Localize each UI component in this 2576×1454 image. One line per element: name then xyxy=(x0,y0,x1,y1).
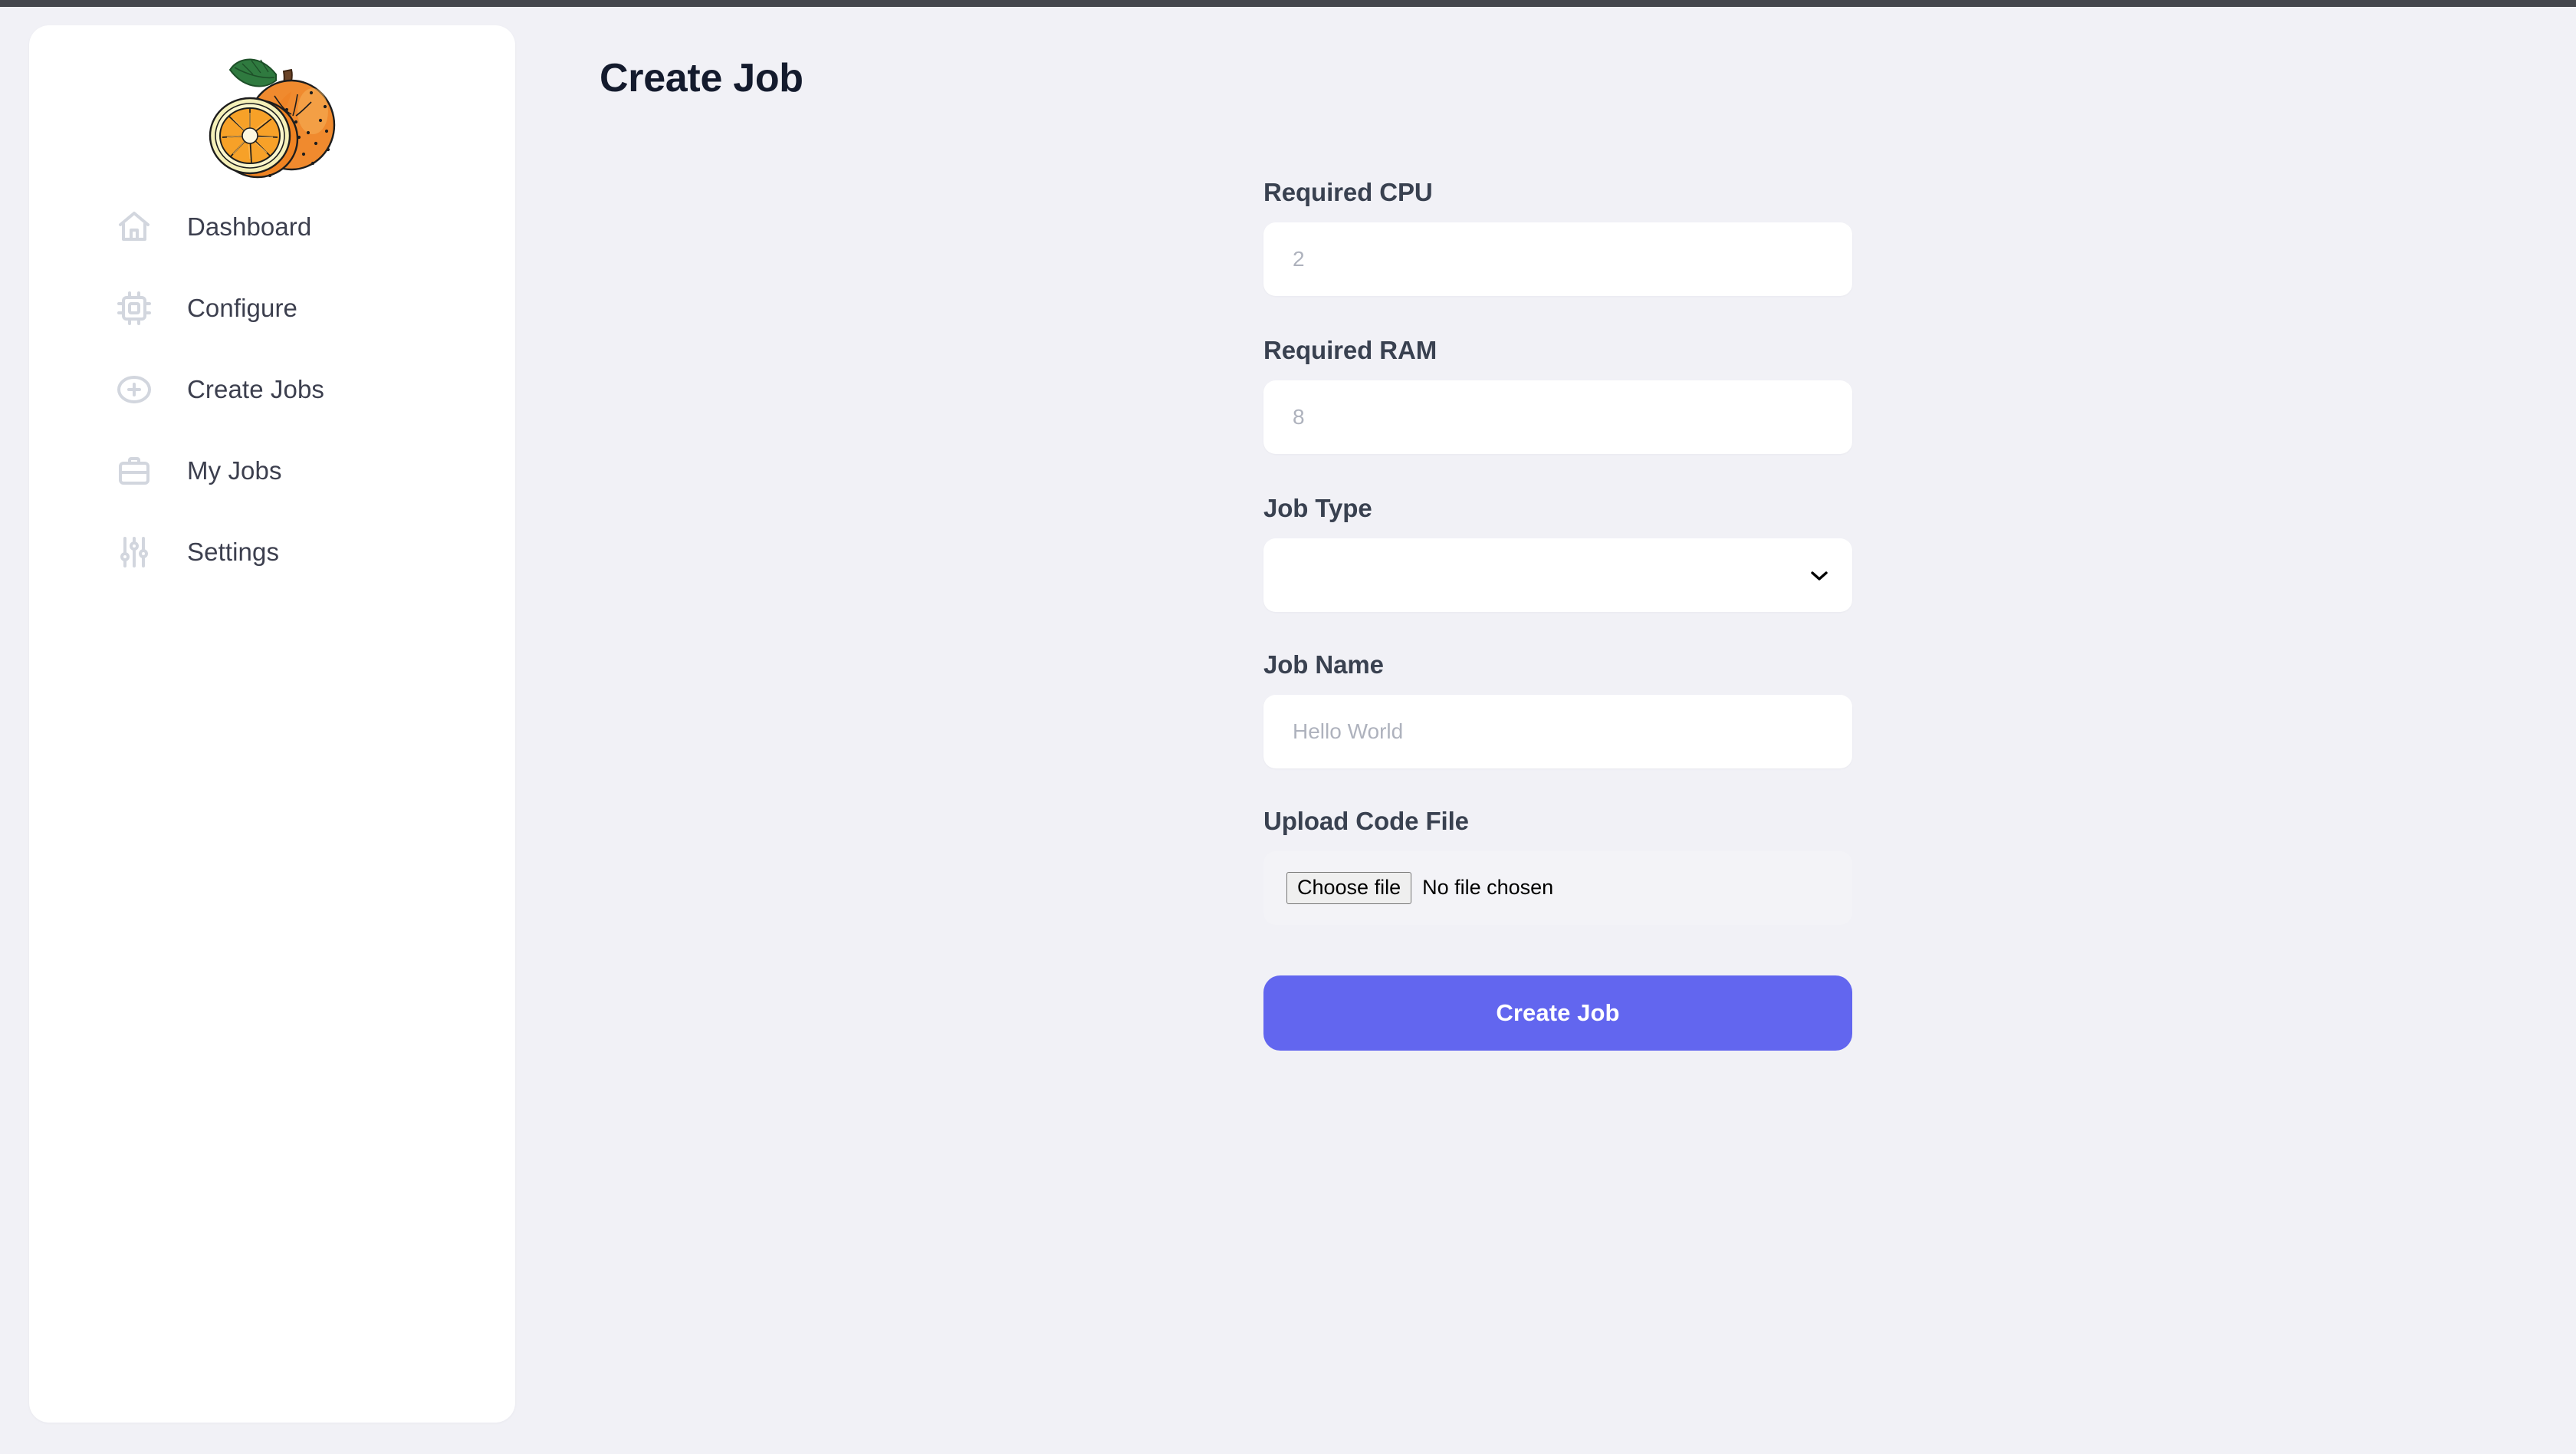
job-type-label: Job Type xyxy=(1263,494,1372,522)
sidebar-item-settings[interactable]: Settings xyxy=(29,525,515,580)
submit-row: Create Job xyxy=(1263,975,1852,1051)
required-cpu-input[interactable] xyxy=(1263,222,1852,296)
field-required-cpu: Required CPU xyxy=(1263,178,1852,296)
field-required-ram: Required RAM xyxy=(1263,336,1852,454)
sidebar-item-label: Create Jobs xyxy=(187,375,325,403)
page-title: Create Job xyxy=(600,56,803,100)
home-icon xyxy=(113,206,155,248)
app-logo xyxy=(29,25,515,190)
browser-chrome-strip xyxy=(0,0,2576,7)
choose-file-button[interactable]: Choose file xyxy=(1286,872,1412,904)
sidebar-item-create-jobs[interactable]: Create Jobs xyxy=(29,362,515,417)
sidebar-item-label: My Jobs xyxy=(187,456,282,485)
sidebar-item-label: Settings xyxy=(187,538,280,566)
briefcase-icon xyxy=(113,450,155,492)
cpu-chip-icon xyxy=(113,288,155,329)
plus-circle-icon xyxy=(113,369,155,410)
upload-code-file-box: Choose file No file chosen xyxy=(1263,851,1852,925)
field-upload-code-file: Upload Code File Choose file No file cho… xyxy=(1263,807,1852,925)
field-job-type: Job Type xyxy=(1263,494,1852,612)
sliders-icon xyxy=(113,531,155,573)
job-name-label: Job Name xyxy=(1263,650,1384,679)
job-type-select[interactable] xyxy=(1263,538,1852,612)
orange-fruit-logo-icon xyxy=(209,58,336,179)
upload-code-file-label: Upload Code File xyxy=(1263,807,1469,835)
create-job-button[interactable]: Create Job xyxy=(1263,975,1852,1051)
sidebar-item-label: Dashboard xyxy=(187,212,312,241)
file-status-text: No file chosen xyxy=(1422,876,1554,900)
main-content: Create Job Required CPU Required RAM Job… xyxy=(515,0,2576,1454)
sidebar-item-dashboard[interactable]: Dashboard xyxy=(29,199,515,255)
sidebar-item-label: Configure xyxy=(187,294,297,322)
sidebar-item-configure[interactable]: Configure xyxy=(29,281,515,336)
job-name-input[interactable] xyxy=(1263,695,1852,768)
sidebar-item-my-jobs[interactable]: My Jobs xyxy=(29,443,515,498)
required-cpu-label: Required CPU xyxy=(1263,178,1433,206)
field-job-name: Job Name xyxy=(1263,650,1852,768)
required-ram-input[interactable] xyxy=(1263,380,1852,454)
job-type-select-wrap xyxy=(1263,538,1852,612)
sidebar-nav: Dashboard Configure Create Jobs My Jobs … xyxy=(29,199,515,580)
sidebar: Dashboard Configure Create Jobs My Jobs … xyxy=(29,25,515,1423)
required-ram-label: Required RAM xyxy=(1263,336,1438,364)
file-input-row: Choose file No file chosen xyxy=(1286,872,1554,904)
create-job-form: Required CPU Required RAM Job Type xyxy=(1263,178,1852,1051)
